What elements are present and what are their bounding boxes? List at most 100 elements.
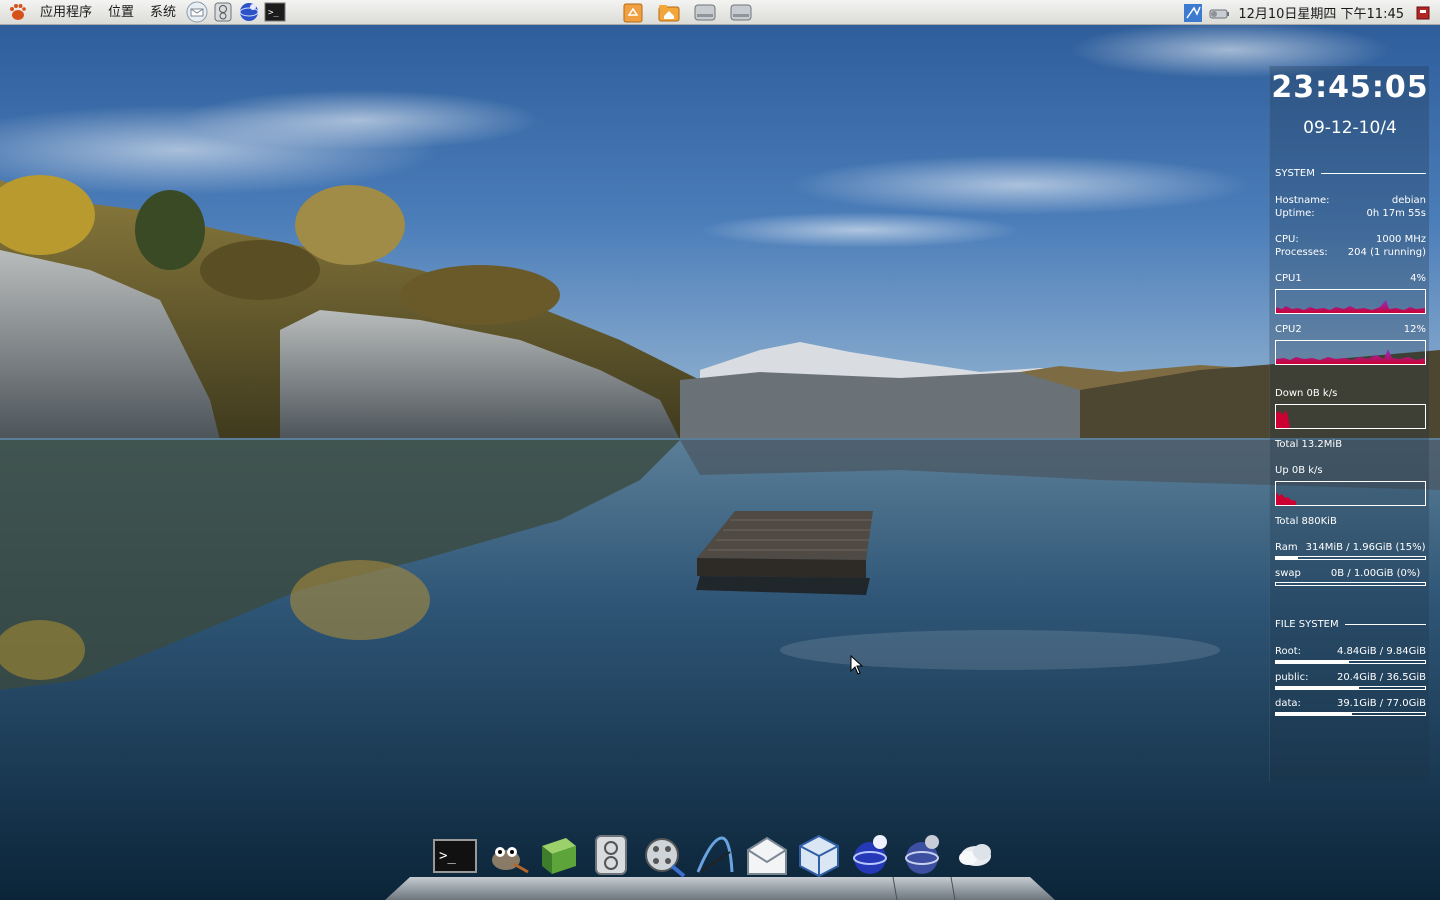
filesystem-header-label: FILE SYSTEM (1275, 619, 1339, 630)
down-total: Total 13.2MiB (1275, 439, 1343, 450)
mail-icon[interactable] (744, 832, 790, 878)
network-indicator-icon[interactable] (1182, 2, 1204, 24)
public-fs-bar-fill (1276, 687, 1360, 689)
mail-icon[interactable] (186, 1, 208, 23)
top-panel: 应用程序 位置 系统 >_ 12月10日星期四 下午11:45 (0, 0, 1440, 25)
data-fs-bar-fill (1276, 713, 1352, 715)
root-fs-label: Root: (1275, 646, 1302, 657)
cpu2-graph-plot (1276, 349, 1425, 364)
cpu-value: 1000 MHz (1375, 234, 1426, 245)
hostname-row: Hostname: debian (1275, 194, 1426, 207)
data-fs-label: data: (1275, 698, 1301, 709)
panel-launchers (620, 1, 754, 23)
conky-monitor: 23:45:05 09-12-10/4 SYSTEM Hostname: deb… (1269, 66, 1429, 782)
home-folder-icon[interactable] (658, 1, 680, 23)
ram-row: Ram 314MiB / 1.96GiB (15%) (1275, 541, 1426, 554)
processes-value: 204 (1 running) (1347, 247, 1426, 258)
inkscape-icon[interactable] (692, 832, 738, 878)
system-menu[interactable]: 系统 (142, 0, 184, 25)
uptime-value: 0h 17m 55s (1366, 208, 1426, 219)
cpu1-row: CPU1 4% (1275, 272, 1426, 285)
cpu2-row: CPU2 12% (1275, 323, 1426, 336)
disk-utility-icon[interactable] (588, 832, 634, 878)
notification-area: 12月10日星期四 下午11:45 (1180, 0, 1440, 25)
drive-icon[interactable] (694, 1, 716, 23)
up-total-row: Total 880KiB (1275, 515, 1426, 528)
hostname-value: debian (1391, 195, 1426, 206)
public-fs-row: public: 20.4GiB / 36.5GiB (1275, 671, 1426, 684)
internet-icon[interactable] (848, 832, 894, 878)
up-row: Up 0B k/s (1275, 464, 1426, 477)
down-total-row: Total 13.2MiB (1275, 438, 1426, 451)
cpu2-graph (1275, 340, 1426, 365)
cpu2-value: 12% (1403, 324, 1426, 335)
root-fs-bar (1275, 660, 1426, 664)
public-fs-value: 20.4GiB / 36.5GiB (1336, 672, 1426, 683)
gimp-icon[interactable] (484, 832, 530, 878)
processes-row: Processes: 204 (1 running) (1275, 246, 1426, 259)
upload-graph-plot (1276, 492, 1296, 505)
cpu1-graph (1275, 289, 1426, 314)
browser-icon[interactable] (238, 1, 260, 23)
hostname-label: Hostname: (1275, 195, 1330, 206)
applications-menu[interactable]: 应用程序 (32, 0, 100, 25)
cpu1-value: 4% (1410, 273, 1426, 284)
root-fs-row: Root: 4.84GiB / 9.84GiB (1275, 645, 1426, 658)
internet-icon[interactable] (900, 832, 946, 878)
data-fs-bar (1275, 712, 1426, 716)
battery-icon[interactable] (1208, 2, 1230, 24)
gnome-foot-icon[interactable] (6, 1, 28, 23)
cpu-row: CPU: 1000 MHz (1275, 233, 1426, 246)
terminal-icon[interactable]: >_ (432, 832, 478, 878)
recycle-bin-icon[interactable] (622, 1, 644, 23)
cpu2-label: CPU2 (1275, 324, 1302, 335)
dock-shelf (385, 877, 1055, 900)
ram-bar-fill (1276, 557, 1299, 559)
video-player-icon[interactable] (640, 832, 686, 878)
desktop-wallpaper (0, 0, 1440, 900)
cpu1-label: CPU1 (1275, 273, 1302, 284)
svg-text:>_: >_ (439, 848, 456, 864)
swap-value: 0B / 1.00GiB (0%) (1330, 568, 1421, 579)
root-fs-bar-fill (1276, 661, 1349, 663)
panel-clock[interactable]: 12月10日星期四 下午11:45 (1232, 3, 1414, 22)
processes-label: Processes: (1275, 247, 1328, 258)
swap-row: swap 0B / 1.00GiB (0%) (1275, 567, 1426, 580)
ram-value: 314MiB / 1.96GiB (15%) (1305, 542, 1426, 553)
data-fs-value: 39.1GiB / 77.0GiB (1336, 698, 1426, 709)
ram-bar (1275, 556, 1426, 560)
up-label: Up 0B k/s (1275, 465, 1323, 476)
places-menu[interactable]: 位置 (100, 0, 142, 25)
virtualbox-icon[interactable] (796, 832, 842, 878)
conky-date: 09-12-10/4 (1303, 118, 1397, 138)
drive-icon[interactable] (730, 1, 752, 23)
mouse-cursor (850, 654, 864, 675)
down-label: Down 0B k/s (1275, 388, 1338, 399)
cpu-label: CPU: (1275, 234, 1299, 245)
up-total: Total 880KiB (1275, 516, 1337, 527)
public-fs-bar (1275, 686, 1426, 690)
down-row: Down 0B k/s (1275, 387, 1426, 400)
cpu1-graph-plot (1276, 300, 1425, 313)
download-graph-plot (1276, 410, 1290, 428)
main-menu-bar: 应用程序 位置 系统 >_ (0, 0, 288, 25)
system-header: SYSTEM (1275, 168, 1426, 179)
public-fs-label: public: (1275, 672, 1309, 683)
dock: >_ (432, 832, 998, 878)
power-icon[interactable] (1416, 6, 1430, 20)
swap-label: swap (1275, 568, 1301, 579)
weather-icon[interactable] (952, 832, 998, 878)
upload-graph (1275, 481, 1426, 506)
system-header-label: SYSTEM (1275, 168, 1315, 179)
swap-bar (1275, 582, 1426, 586)
terminal-icon[interactable]: >_ (264, 1, 286, 23)
data-fs-row: data: 39.1GiB / 77.0GiB (1275, 697, 1426, 710)
uptime-row: Uptime: 0h 17m 55s (1275, 207, 1426, 220)
disk-utility-icon[interactable] (212, 1, 234, 23)
dictionary-icon[interactable] (536, 832, 582, 878)
root-fs-value: 4.84GiB / 9.84GiB (1336, 646, 1426, 657)
filesystem-header: FILE SYSTEM (1275, 619, 1426, 630)
uptime-label: Uptime: (1275, 208, 1315, 219)
conky-time: 23:45:05 (1271, 70, 1429, 105)
ram-label: Ram (1275, 542, 1298, 553)
